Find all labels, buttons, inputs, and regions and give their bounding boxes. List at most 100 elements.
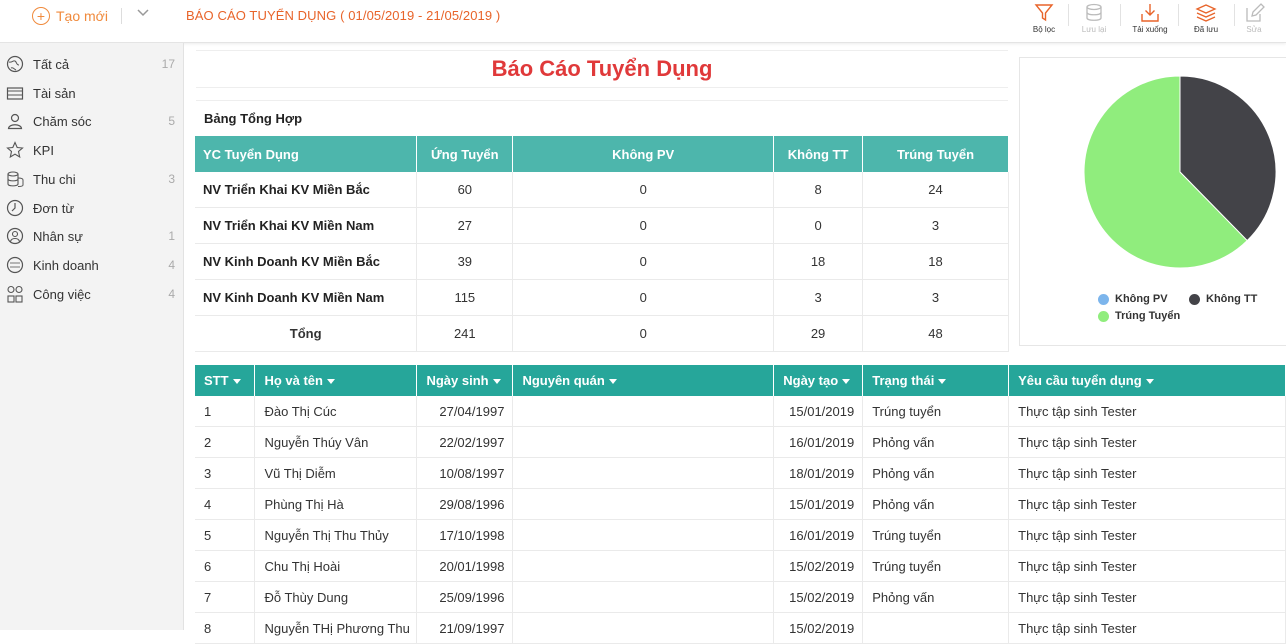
tasks-icon [5,284,25,304]
cell-birthdate: 17/10/1998 [416,519,514,551]
sidebar: Tất cả 17 Tài sản Chăm sóc 5 KPI Thu chi… [0,43,184,630]
sidebar-item-label: Tài sản [33,85,76,101]
report-title-bar: BÁO CÁO TUYỂN DỤNG ( 01/05/2019 - 21/05/… [186,8,501,23]
edit-button[interactable]: Sửa [1232,0,1276,40]
summary-table: YC Tuyển Dụng Ứng Tuyển Không PV Không T… [195,136,1009,352]
summary-cell: 24 [862,172,1009,208]
cell-status: Trúng tuyển [862,396,1010,427]
cell-stt: 7 [195,581,256,613]
col-header-hometown[interactable]: Nguyên quán [512,365,775,396]
toolbar-divider [1178,4,1179,26]
table-row[interactable]: 6 Chu Thị Hoài 20/01/1998 15/02/2019 Trú… [195,550,1286,582]
pie-chart [1083,75,1277,269]
sidebar-item-label: KPI [33,142,54,158]
saved-button[interactable]: Đã lưu [1184,0,1228,40]
summary-cell: NV Kinh Doanh KV Miền Bắc [195,243,418,280]
col-header-label: STT [204,373,229,388]
save-button[interactable]: Lưu lại [1072,0,1116,40]
table-row[interactable]: 1 Đào Thị Cúc 27/04/1997 15/01/2019 Trún… [195,396,1286,427]
sidebar-item-hr[interactable]: Nhân sự 1 [0,222,183,250]
sidebar-item-requests[interactable]: Đơn từ [0,194,183,222]
filter-icon [1034,4,1054,22]
sort-caret-icon [842,379,851,385]
sidebar-item-care[interactable]: Chăm sóc 5 [0,107,183,135]
saved-label: Đã lưu [1193,25,1219,34]
summary-cell: 0 [773,207,864,244]
cell-created: 15/01/2019 [773,488,864,520]
table-row[interactable]: 8 Nguyễn THị Phương Thu 21/09/1997 15/02… [195,612,1286,644]
summary-heading: Bảng Tổng Hợp [196,100,1008,136]
cell-stt: 5 [195,519,256,551]
sort-caret-icon [938,379,947,385]
summary-cell: 60 [416,172,514,208]
cell-hometown [512,612,775,644]
col-header-label: Ngày tạo [783,373,839,388]
sidebar-item-kpi[interactable]: KPI [0,136,183,164]
candidates-header-row: STT Họ và tên Ngày sinh Nguyên quán Ngày… [195,365,1286,396]
sidebar-item-all[interactable]: Tất cả 17 [0,50,183,78]
cell-stt: 6 [195,550,256,582]
legend-swatch [1098,310,1109,322]
cell-created: 15/02/2019 [773,581,864,613]
legend-item-not-passed[interactable]: Không TT [1189,293,1257,305]
filter-button[interactable]: Bộ lọc [1022,0,1066,40]
col-header-requirement[interactable]: Yêu cầu tuyển dụng [1008,365,1286,396]
cell-birthdate: 21/09/1997 [416,612,514,644]
summary-cell: NV Triển Khai KV Miền Bắc [195,172,418,208]
sidebar-item-finance[interactable]: Thu chi 3 [0,165,183,193]
cell-requirement: Thực tập sinh Tester [1008,550,1286,582]
sidebar-item-tasks[interactable]: Công việc 4 [0,280,183,308]
cell-stt: 3 [195,457,256,489]
sidebar-item-label: Thu chi [33,171,76,187]
cell-name: Nguyễn Thị Thu Thủy [254,519,418,551]
legend-item-hired[interactable]: Trúng Tuyển [1098,310,1180,322]
cell-status [862,612,1010,644]
table-row[interactable]: 3 Vũ Thị Diễm 10/08/1997 18/01/2019 Phỏn… [195,457,1286,489]
edit-label: Sửa [1246,25,1262,34]
summary-cell: 241 [416,315,514,352]
summary-header-row: YC Tuyển Dụng Ứng Tuyển Không PV Không T… [195,136,1009,172]
col-header-stt[interactable]: STT [195,365,256,396]
sort-caret-icon [326,379,335,385]
sort-caret-icon [232,379,241,385]
cell-name: Đào Thị Cúc [254,396,418,427]
cell-hometown [512,457,775,489]
cell-created: 15/01/2019 [773,396,864,427]
col-header-label: Trạng thái [872,373,935,388]
sidebar-item-label: Nhân sự [33,228,83,244]
save-label: Lưu lại [1081,25,1107,34]
table-row[interactable]: 2 Nguyễn Thúy Vân 22/02/1997 16/01/2019 … [195,426,1286,458]
sidebar-item-sales[interactable]: Kinh doanh 4 [0,251,183,279]
legend-item-no-interview[interactable]: Không PV [1098,293,1168,305]
cell-hometown [512,550,775,582]
chevron-down-icon[interactable] [136,6,150,23]
summary-cell: NV Kinh Doanh KV Miền Nam [195,279,418,316]
table-row[interactable]: 5 Nguyễn Thị Thu Thủy 17/10/1998 16/01/2… [195,519,1286,551]
summary-col-not-passed: Không TT [773,136,864,172]
summary-cell: 18 [773,243,864,280]
table-row[interactable]: 4 Phùng Thị Hà 29/08/1996 15/01/2019 Phỏ… [195,488,1286,520]
summary-col-request: YC Tuyển Dụng [195,136,418,172]
table-row[interactable]: 7 Đỗ Thùy Dung 25/09/1996 15/02/2019 Phỏ… [195,581,1286,613]
cell-hometown [512,426,775,458]
col-header-status[interactable]: Trạng thái [862,365,1010,396]
col-header-name[interactable]: Họ và tên [254,365,418,396]
download-button[interactable]: Tải xuống [1128,0,1172,40]
sidebar-item-count: 4 [168,258,175,272]
summary-cell: 39 [416,243,514,280]
sidebar-item-count: 17 [161,57,175,71]
create-new-button[interactable]: + Tạo mới [32,5,108,27]
col-header-birthdate[interactable]: Ngày sinh [416,365,514,396]
cell-created: 15/02/2019 [773,612,864,644]
legend-label: Không TT [1206,293,1258,305]
summary-cell: 3 [862,207,1009,244]
sidebar-item-assets[interactable]: Tài sản [0,79,183,107]
globe-icon [5,54,25,74]
col-header-created[interactable]: Ngày tạo [773,365,864,396]
pie-chart-panel: Không PV Không TT Trúng Tuyển [1019,57,1286,346]
cell-name: Vũ Thị Diễm [254,457,418,489]
sidebar-item-label: Tất cả [33,56,70,72]
cabinet-icon [5,83,25,103]
summary-cell: 0 [512,172,775,208]
cell-requirement: Thực tập sinh Tester [1008,519,1286,551]
